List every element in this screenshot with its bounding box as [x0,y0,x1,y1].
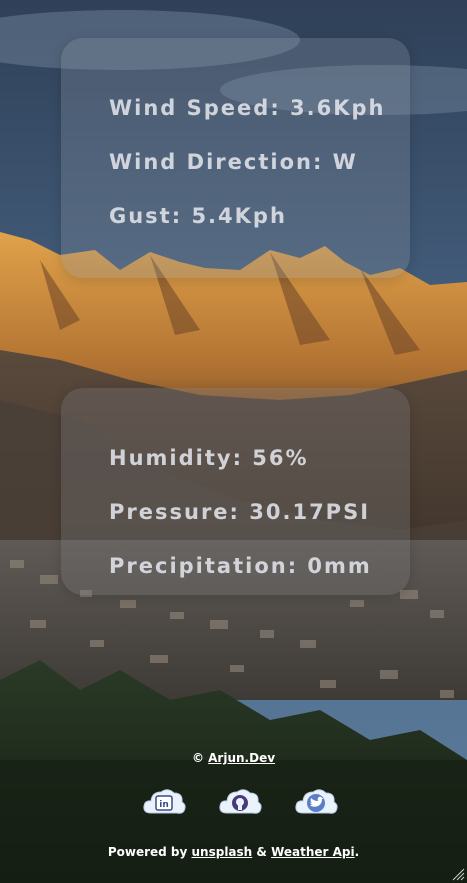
linkedin-icon: in [142,789,186,814]
twitter-icon [294,789,338,814]
author-link[interactable]: Arjun.Dev [208,751,275,765]
resize-handle-icon[interactable] [451,867,465,881]
humidity-value: 56% [252,446,309,470]
powered-prefix: Powered by [107,845,188,859]
copyright-symbol: © [191,751,204,765]
wind-speed-row: Wind Speed: 3.6Kph [109,96,386,120]
linkedin-button[interactable]: in [141,783,187,821]
wind-speed-value: 3.6Kph [290,96,386,120]
weather-api-link[interactable]: Weather Api [271,845,355,859]
wind-direction-value: W [332,150,358,174]
pressure-label: Pressure: [109,500,240,524]
period: . [354,845,360,859]
wind-speed-label: Wind Speed: [109,96,281,120]
precipitation-row: Precipitation: 0mm [109,554,372,578]
copyright: © Arjun.Dev [0,751,467,765]
pressure-row: Pressure: 30.17PSI [109,500,370,524]
ampersand: & [256,845,267,859]
precipitation-value: 0mm [307,554,372,578]
precipitation-label: Precipitation: [109,554,299,578]
atmosphere-card: Humidity: 56% Pressure: 30.17PSI Precipi… [61,388,410,595]
github-button[interactable] [217,783,263,821]
unsplash-link[interactable]: unsplash [192,845,253,859]
wind-direction-row: Wind Direction: W [109,150,358,174]
gust-label: Gust: [109,204,183,228]
gust-row: Gust: 5.4Kph [109,204,287,228]
powered-by: Powered by unsplash & Weather Api. [0,845,467,859]
pressure-value: 30.17PSI [249,500,371,524]
gust-value: 5.4Kph [191,204,287,228]
svg-text:in: in [159,800,169,810]
social-links: in [0,783,467,821]
github-icon [218,789,262,814]
wind-direction-label: Wind Direction: [109,150,324,174]
twitter-button[interactable] [293,783,339,821]
wind-card: Wind Speed: 3.6Kph Wind Direction: W Gus… [61,38,410,278]
humidity-label: Humidity: [109,446,243,470]
humidity-row: Humidity: 56% [109,446,309,470]
